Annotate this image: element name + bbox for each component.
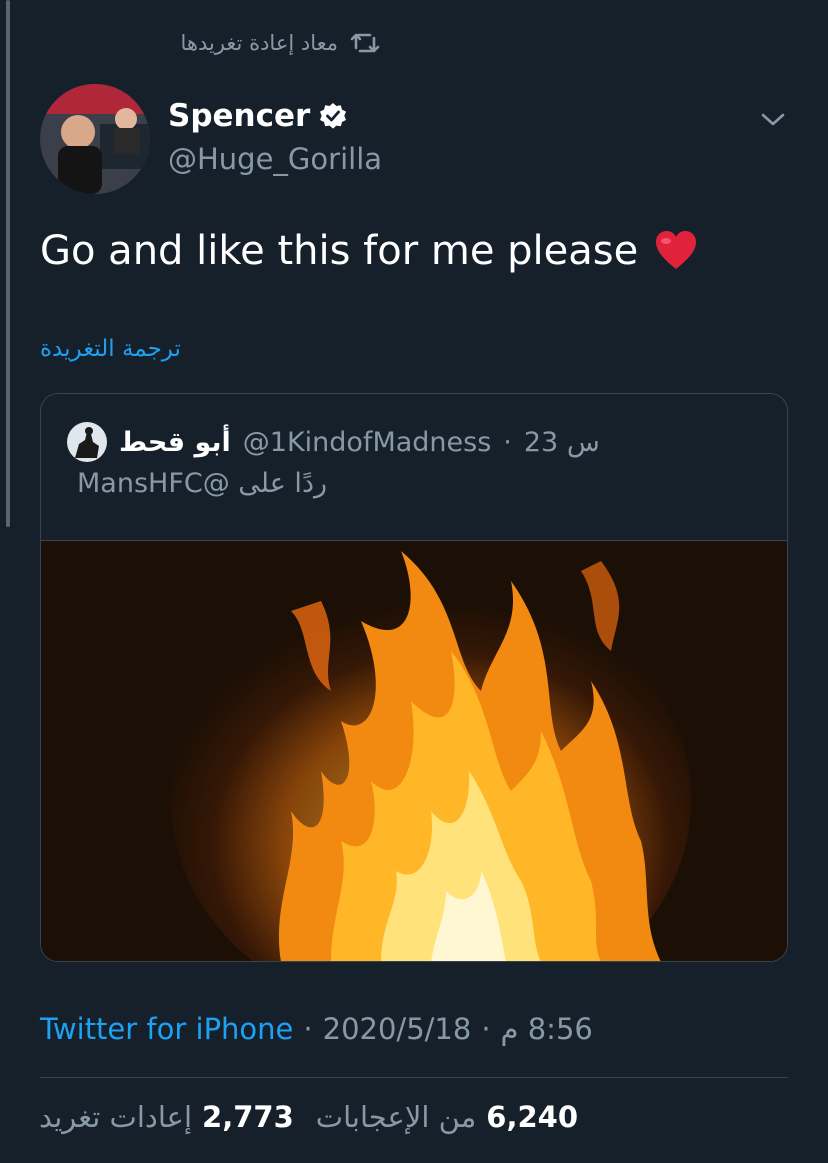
quoted-tweet-header: أبو قحط @1KindofMadness · 23 س [67, 422, 600, 462]
retweets-stat[interactable]: 2,773 إعادات تغريد [39, 1100, 294, 1134]
quoted-reply-to: ردًا على @MansHFC [77, 468, 328, 499]
heart-emoji-icon [654, 229, 698, 273]
retweet-context[interactable]: معاد إعادة تغريدها [181, 27, 381, 59]
avatar[interactable] [40, 84, 150, 194]
tweet-header: Spencer @Huge_Gorilla [40, 84, 788, 194]
tweet-stats: 6,240 من الإعجابات 2,773 إعادات تغريد [39, 1100, 578, 1134]
likes-stat[interactable]: 6,240 من الإعجابات [316, 1100, 578, 1134]
tweet-text: Go and like this for me please [40, 228, 698, 274]
quoted-tweet-card[interactable]: أبو قحط @1KindofMadness · 23 س ردًا على … [40, 393, 788, 962]
retweet-context-label: معاد إعادة تغريدها [180, 31, 339, 55]
retweet-icon [350, 31, 380, 55]
translate-tweet-link[interactable]: ترجمة التغريدة [40, 336, 181, 362]
handle[interactable]: @Huge_Gorilla [168, 142, 382, 176]
verified-badge-icon [318, 101, 348, 131]
meta-separator: · [481, 1012, 491, 1046]
retweets-count: 2,773 [202, 1100, 294, 1134]
tweet-time: 8:56 م [500, 1012, 593, 1046]
chevron-down-icon[interactable] [758, 104, 788, 134]
quoted-time: 23 س [523, 426, 600, 458]
tweet-text-content: Go and like this for me please [40, 228, 639, 274]
likes-label: من الإعجابات [315, 1100, 477, 1134]
quoted-avatar[interactable] [67, 422, 107, 462]
quoted-separator: · [503, 426, 512, 458]
tweet-meta: Twitter for iPhone · 2020/5/18 · 8:56 م [40, 1012, 593, 1046]
quoted-media-image[interactable] [41, 540, 787, 961]
tweet-date: 2020/5/18 [322, 1012, 472, 1046]
name-row[interactable]: Spencer [168, 98, 348, 134]
scrollbar[interactable] [6, 0, 10, 527]
meta-separator: · [303, 1012, 313, 1046]
quoted-display-name: أبو قحط [119, 426, 231, 458]
retweets-label: إعادات تغريد [38, 1100, 193, 1134]
likes-count: 6,240 [486, 1100, 578, 1134]
tweet-detail-screen: معاد إعادة تغريدها Spencer @Huge_Gorilla… [0, 0, 828, 1163]
display-name: Spencer [168, 98, 311, 134]
divider [40, 1077, 788, 1078]
source-link[interactable]: Twitter for iPhone [40, 1012, 293, 1046]
quoted-handle: @1KindofMadness [242, 426, 492, 458]
